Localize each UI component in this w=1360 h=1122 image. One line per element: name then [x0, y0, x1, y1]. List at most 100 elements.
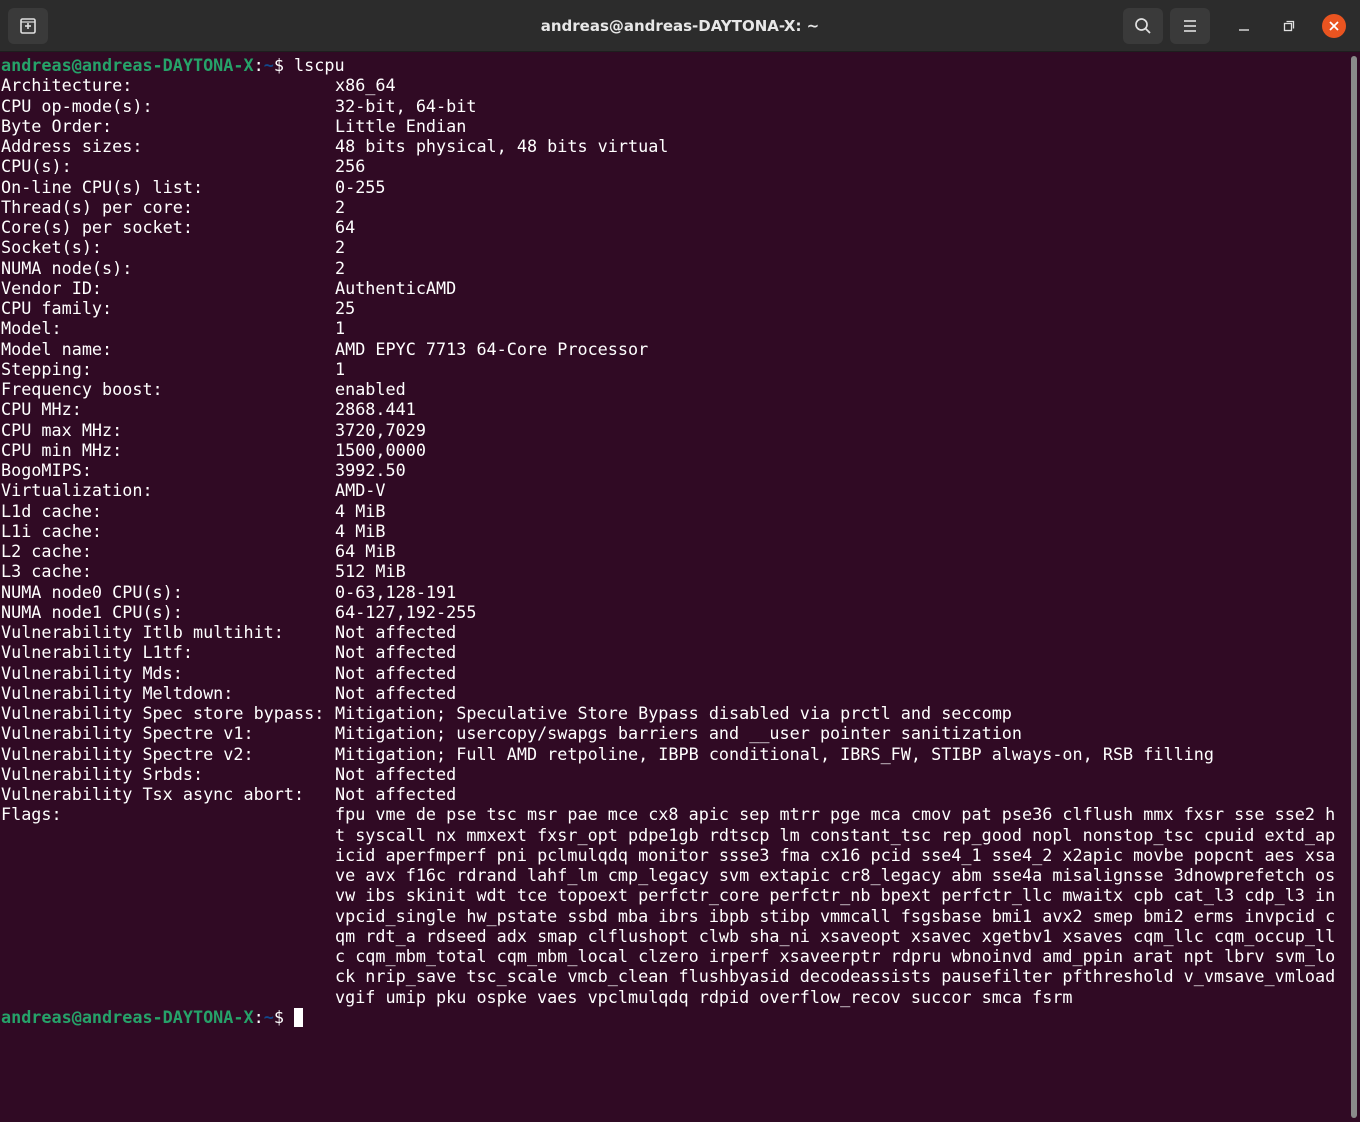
row-value: 2868.441	[335, 399, 416, 420]
output-row: Frequency boost: enabled	[1, 379, 1338, 399]
command-text: lscpu	[294, 55, 345, 75]
prompt-line: andreas@andreas-DAYTONA-X:~$	[1, 1007, 1338, 1027]
row-value: AuthenticAMD	[335, 277, 457, 298]
output-row: CPU op-mode(s): 32-bit, 64-bit	[1, 96, 1338, 116]
prompt-symbol: $	[273, 55, 295, 75]
row-key: L1d cache:	[1, 500, 103, 521]
output-row: L3 cache: 512 MiB	[1, 561, 1338, 581]
output-row: Stepping: 1	[1, 359, 1338, 379]
row-key: Byte Order:	[1, 115, 113, 136]
output-row: CPU(s): 256	[1, 156, 1338, 176]
row-key: CPU op-mode(s):	[1, 95, 153, 116]
row-key: Stepping:	[1, 358, 92, 379]
row-value: Not affected	[335, 784, 457, 804]
row-value: Little Endian	[335, 115, 467, 136]
output-row: Virtualization: AMD-V	[1, 480, 1338, 500]
row-key: L1i cache:	[1, 520, 103, 541]
row-key: Vendor ID:	[1, 277, 103, 298]
row-value: 3720,7029	[335, 419, 426, 440]
new-tab-icon	[20, 18, 36, 34]
output-row: Address sizes: 48 bits physical, 48 bits …	[1, 136, 1338, 156]
row-key: CPU(s):	[1, 156, 72, 177]
output-row: Thread(s) per core: 2	[1, 197, 1338, 217]
row-key: Model name:	[1, 338, 113, 359]
row-key: Vulnerability Srbds:	[1, 763, 204, 784]
row-key: CPU max MHz:	[1, 419, 123, 440]
output-row: CPU family: 25	[1, 298, 1338, 318]
maximize-button[interactable]	[1277, 14, 1301, 38]
row-value: Not affected	[335, 763, 457, 784]
row-value: Not affected	[335, 682, 457, 703]
menu-button[interactable]	[1170, 8, 1210, 44]
row-key: NUMA node1 CPU(s):	[1, 601, 183, 622]
row-value: x86_64	[335, 75, 396, 96]
row-key: On-line CPU(s) list:	[1, 176, 204, 197]
output-row: CPU max MHz: 3720,7029	[1, 420, 1338, 440]
output-row-flags: Flags: fpu vme de pse tsc msr pae mce cx…	[1, 804, 1338, 1007]
row-value: Not affected	[335, 622, 457, 642]
row-key: Vulnerability L1tf:	[1, 642, 193, 663]
search-button[interactable]	[1123, 8, 1163, 44]
terminal-output[interactable]: andreas@andreas-DAYTONA-X:~$ lscpu Archi…	[0, 53, 1346, 1122]
row-key: Address sizes:	[1, 136, 143, 156]
output-row: Vulnerability Srbds: Not affected	[1, 764, 1338, 784]
row-value: 256	[335, 156, 366, 177]
output-row: Vulnerability Meltdown: Not affected	[1, 683, 1338, 703]
title-bar: andreas@andreas-DAYTONA-X: ~	[0, 0, 1360, 52]
flags-key: Flags:	[1, 804, 62, 825]
output-row: On-line CPU(s) list: 0-255	[1, 177, 1338, 197]
output-row: L1d cache: 4 MiB	[1, 501, 1338, 521]
row-value: Not affected	[335, 642, 457, 663]
close-icon	[1329, 21, 1339, 31]
new-tab-button[interactable]	[8, 8, 48, 44]
output-row: Vulnerability Mds: Not affected	[1, 663, 1338, 683]
output-row: CPU MHz: 2868.441	[1, 399, 1338, 419]
output-row: Model: 1	[1, 318, 1338, 338]
output-row: BogoMIPS: 3992.50	[1, 460, 1338, 480]
prompt-user-host: andreas@andreas-DAYTONA-X	[1, 55, 254, 75]
row-value: 1	[335, 318, 346, 339]
row-key: L3 cache:	[1, 561, 92, 582]
row-value: 1	[335, 358, 346, 379]
row-key: Core(s) per socket:	[1, 217, 193, 237]
close-button[interactable]	[1322, 14, 1346, 38]
row-key: Architecture:	[1, 75, 133, 96]
output-row: Architecture: x86_64	[1, 75, 1338, 95]
scrollbar[interactable]	[1351, 56, 1357, 1118]
row-value: 25	[335, 298, 356, 318]
row-value: 48 bits physical, 48 bits virtual	[335, 136, 669, 156]
row-key: Thread(s) per core:	[1, 196, 193, 217]
row-value: 3992.50	[335, 460, 406, 480]
row-value: 512 MiB	[335, 561, 406, 582]
flags-value: fpu vme de pse tsc msr pae mce cx8 apic …	[335, 804, 1336, 1007]
command-line: andreas@andreas-DAYTONA-X:~$ lscpu	[1, 55, 1338, 75]
prompt-separator: :	[253, 1006, 264, 1027]
text-cursor	[294, 1007, 304, 1027]
search-icon	[1135, 18, 1151, 34]
row-value: 2	[335, 257, 346, 278]
row-value: Mitigation; Speculative Store Bypass dis…	[335, 703, 1012, 723]
row-value: 0-63,128-191	[335, 581, 457, 602]
row-key: BogoMIPS:	[1, 460, 92, 480]
output-row: Vulnerability L1tf: Not affected	[1, 642, 1338, 662]
output-row: NUMA node1 CPU(s): 64-127,192-255	[1, 602, 1338, 622]
row-key: Vulnerability Spectre v1:	[1, 723, 254, 744]
row-value: 64 MiB	[335, 541, 396, 561]
row-key: CPU family:	[1, 298, 113, 318]
output-row: L2 cache: 64 MiB	[1, 541, 1338, 561]
row-key: NUMA node(s):	[1, 257, 133, 278]
output-row: NUMA node(s): 2	[1, 258, 1338, 278]
row-key: Vulnerability Spectre v2:	[1, 743, 254, 764]
row-key: L2 cache:	[1, 541, 92, 561]
prompt-user-host: andreas@andreas-DAYTONA-X	[1, 1006, 254, 1027]
row-key: Vulnerability Tsx async abort:	[1, 784, 305, 804]
prompt-separator: :	[253, 55, 264, 75]
row-key: Socket(s):	[1, 237, 103, 258]
row-value: Mitigation; usercopy/swapgs barriers and…	[335, 723, 1023, 744]
maximize-icon	[1283, 20, 1295, 32]
prompt-symbol: $	[273, 1006, 295, 1027]
minimize-button[interactable]	[1232, 14, 1256, 38]
output-row: Core(s) per socket: 64	[1, 217, 1338, 237]
row-key: Model:	[1, 318, 62, 339]
output-row: Vendor ID: AuthenticAMD	[1, 278, 1338, 298]
